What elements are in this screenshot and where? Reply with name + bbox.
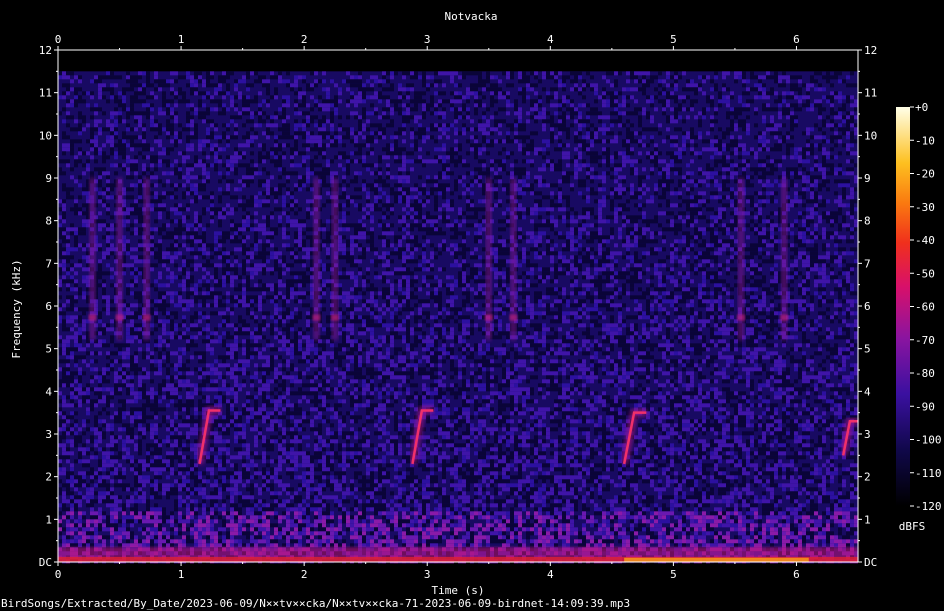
colorbar-tick-label: -30 bbox=[915, 201, 935, 214]
y-tick-label: 4 bbox=[45, 385, 52, 398]
x-tick-label-top: 5 bbox=[670, 33, 677, 46]
colorbar-tick-label: -10 bbox=[915, 134, 935, 147]
x-tick-label: 1 bbox=[178, 568, 185, 581]
y-tick-label: 6 bbox=[45, 300, 52, 313]
colorbar-tick-label: -40 bbox=[915, 234, 935, 247]
y-tick-label: 8 bbox=[45, 215, 52, 228]
x-axis-label: Time (s) bbox=[432, 584, 485, 597]
x-tick-label-top: 1 bbox=[178, 33, 185, 46]
y-tick-label: 11 bbox=[39, 87, 52, 100]
noise-streak-peak bbox=[737, 314, 746, 321]
y-tick-label: 2 bbox=[45, 471, 52, 484]
spectrogram-chart: Notvacka 00112233445566DC DC1 12 23 34 45 56 67… bbox=[1, 10, 942, 610]
y-tick-label-right: 6 bbox=[864, 300, 871, 313]
colorbar-tick-label: -20 bbox=[915, 168, 935, 181]
x-tick-label: 5 bbox=[670, 568, 677, 581]
dc-hotspot bbox=[624, 557, 809, 562]
chart-title: Notvacka bbox=[445, 10, 498, 23]
x-tick-label-top: 3 bbox=[424, 33, 431, 46]
colorbar-tick-label: -90 bbox=[915, 400, 935, 413]
x-tick-label-top: 4 bbox=[547, 33, 554, 46]
y-tick-label: DC bbox=[39, 556, 52, 569]
y-tick-label-right: 4 bbox=[864, 385, 871, 398]
plot-area bbox=[58, 50, 858, 564]
colorbar-unit: dBFS bbox=[899, 520, 926, 533]
y-tick-label: 10 bbox=[39, 129, 52, 142]
noise-streak-peak bbox=[330, 314, 339, 321]
x-tick-label: 0 bbox=[55, 568, 62, 581]
noise-streak-peak bbox=[484, 314, 493, 321]
x-tick-label-top: 0 bbox=[55, 33, 62, 46]
y-tick-label-right: 7 bbox=[864, 257, 871, 270]
x-tick-label: 2 bbox=[301, 568, 308, 581]
colorbar-tick-label: -80 bbox=[915, 367, 935, 380]
y-tick-label: 5 bbox=[45, 343, 52, 356]
y-tick-label-right: 5 bbox=[864, 343, 871, 356]
colorbar-tick-label: -100 bbox=[915, 434, 942, 447]
x-tick-label: 3 bbox=[424, 568, 431, 581]
x-tick-label: 6 bbox=[793, 568, 800, 581]
y-tick-label-right: 2 bbox=[864, 471, 871, 484]
x-tick-label-top: 2 bbox=[301, 33, 308, 46]
y-tick-label-right: 3 bbox=[864, 428, 871, 441]
noise-streak-peak bbox=[312, 314, 321, 321]
colorbar-tick-label: -60 bbox=[915, 301, 935, 314]
file-path: BirdSongs/Extracted/By_Date/2023-06-09/N… bbox=[1, 597, 630, 610]
colorbar: +0 -10 -20 -30 -40 -50 -60 -70 -80 -90 -100 -110 -12… bbox=[896, 101, 942, 513]
colorbar-tick-label: -120 bbox=[915, 500, 942, 513]
y-tick-label-right: 10 bbox=[864, 129, 877, 142]
y-tick-label-right: 8 bbox=[864, 215, 871, 228]
y-axis-label: Frequency (kHz) bbox=[10, 259, 23, 358]
y-tick-label: 7 bbox=[45, 257, 52, 270]
y-tick-label-right: 1 bbox=[864, 513, 871, 526]
colorbar-tick-label: -70 bbox=[915, 334, 935, 347]
x-tick-label-top: 6 bbox=[793, 33, 800, 46]
y-tick-label-right: 12 bbox=[864, 44, 877, 57]
noise-streak-peak bbox=[88, 314, 97, 321]
y-tick-label: 9 bbox=[45, 172, 52, 185]
y-tick-label-right: DC bbox=[864, 556, 877, 569]
noise-streak-peak bbox=[115, 314, 124, 321]
y-tick-label-right: 11 bbox=[864, 87, 877, 100]
y-tick-label-right: 9 bbox=[864, 172, 871, 185]
colorbar-tick-label: +0 bbox=[915, 101, 928, 114]
noise-streak-peak bbox=[780, 314, 789, 321]
y-tick-label: 3 bbox=[45, 428, 52, 441]
colorbar-tick-label: -50 bbox=[915, 267, 935, 280]
noise-streak-peak bbox=[509, 314, 518, 321]
colorbar-gradient bbox=[896, 107, 910, 506]
x-tick-label: 4 bbox=[547, 568, 554, 581]
y-tick-label: 12 bbox=[39, 44, 52, 57]
colorbar-tick-label: -110 bbox=[915, 467, 942, 480]
noise-streak-peak bbox=[142, 314, 151, 321]
y-tick-label: 1 bbox=[45, 513, 52, 526]
